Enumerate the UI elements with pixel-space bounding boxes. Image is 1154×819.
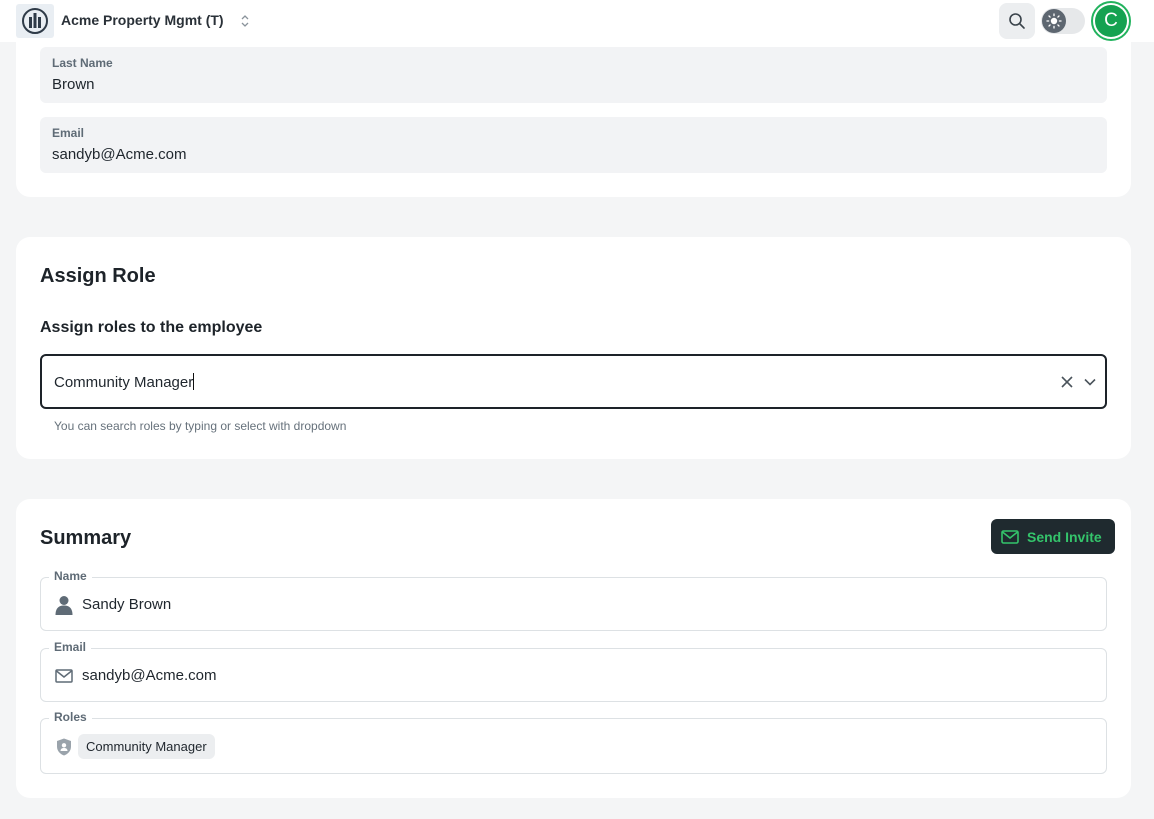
person-icon [54, 595, 74, 615]
send-invite-label: Send Invite [1027, 528, 1102, 545]
role-helper-text: You can search roles by typing or select… [54, 419, 347, 433]
email-value: sandyb@Acme.com [52, 146, 187, 163]
avatar-initial: C [1095, 5, 1127, 37]
summary-name-value: Sandy Brown [82, 596, 172, 613]
role-select-value: Community Manager [54, 373, 195, 391]
assign-role-card: Assign Role Assign roles to the employee… [16, 237, 1131, 459]
last-name-value: Brown [52, 76, 95, 93]
user-avatar[interactable]: C [1091, 1, 1131, 41]
summary-roles-field: Roles Community Manager [40, 710, 1107, 774]
last-name-label: Last Name [52, 56, 113, 70]
org-logo-icon[interactable] [16, 4, 54, 38]
email-label: Email [52, 126, 85, 140]
summary-email-label: Email [49, 640, 92, 654]
summary-email-field: Email sandyb@Acme.com [40, 640, 1107, 702]
chevron-down-icon[interactable] [1082, 374, 1098, 390]
assign-role-title: Assign Role [40, 265, 156, 287]
send-invite-button[interactable]: Send Invite [991, 519, 1115, 554]
search-button[interactable] [999, 3, 1035, 39]
shield-user-icon [54, 737, 74, 757]
clear-icon[interactable] [1059, 374, 1075, 390]
summary-card: Summary Send Invite Name Sandy Brown Ema… [16, 499, 1131, 798]
search-icon [1009, 13, 1025, 29]
summary-roles-label: Roles [49, 710, 92, 724]
mail-icon [1001, 529, 1019, 544]
top-bar: Acme Property Mgmt (T) C [0, 0, 1154, 42]
role-chip: Community Manager [78, 734, 215, 759]
last-name-field[interactable]: Last Name Brown [40, 47, 1107, 103]
assign-role-subtitle: Assign roles to the employee [40, 319, 263, 336]
summary-name-label: Name [49, 569, 92, 583]
summary-title: Summary [40, 527, 132, 549]
role-select-input[interactable]: Community Manager [40, 354, 1107, 409]
org-name[interactable]: Acme Property Mgmt (T) [61, 12, 224, 28]
summary-name-field: Name Sandy Brown [40, 569, 1107, 631]
summary-email-value: sandyb@Acme.com [82, 667, 217, 684]
role-select-text: Community Manager [54, 374, 194, 391]
email-field[interactable]: Email sandyb@Acme.com [40, 117, 1107, 173]
envelope-icon [54, 666, 74, 686]
org-switch-icon[interactable] [238, 12, 252, 30]
theme-toggle[interactable] [1041, 8, 1085, 34]
text-caret [193, 373, 195, 390]
sun-icon [1042, 9, 1066, 33]
